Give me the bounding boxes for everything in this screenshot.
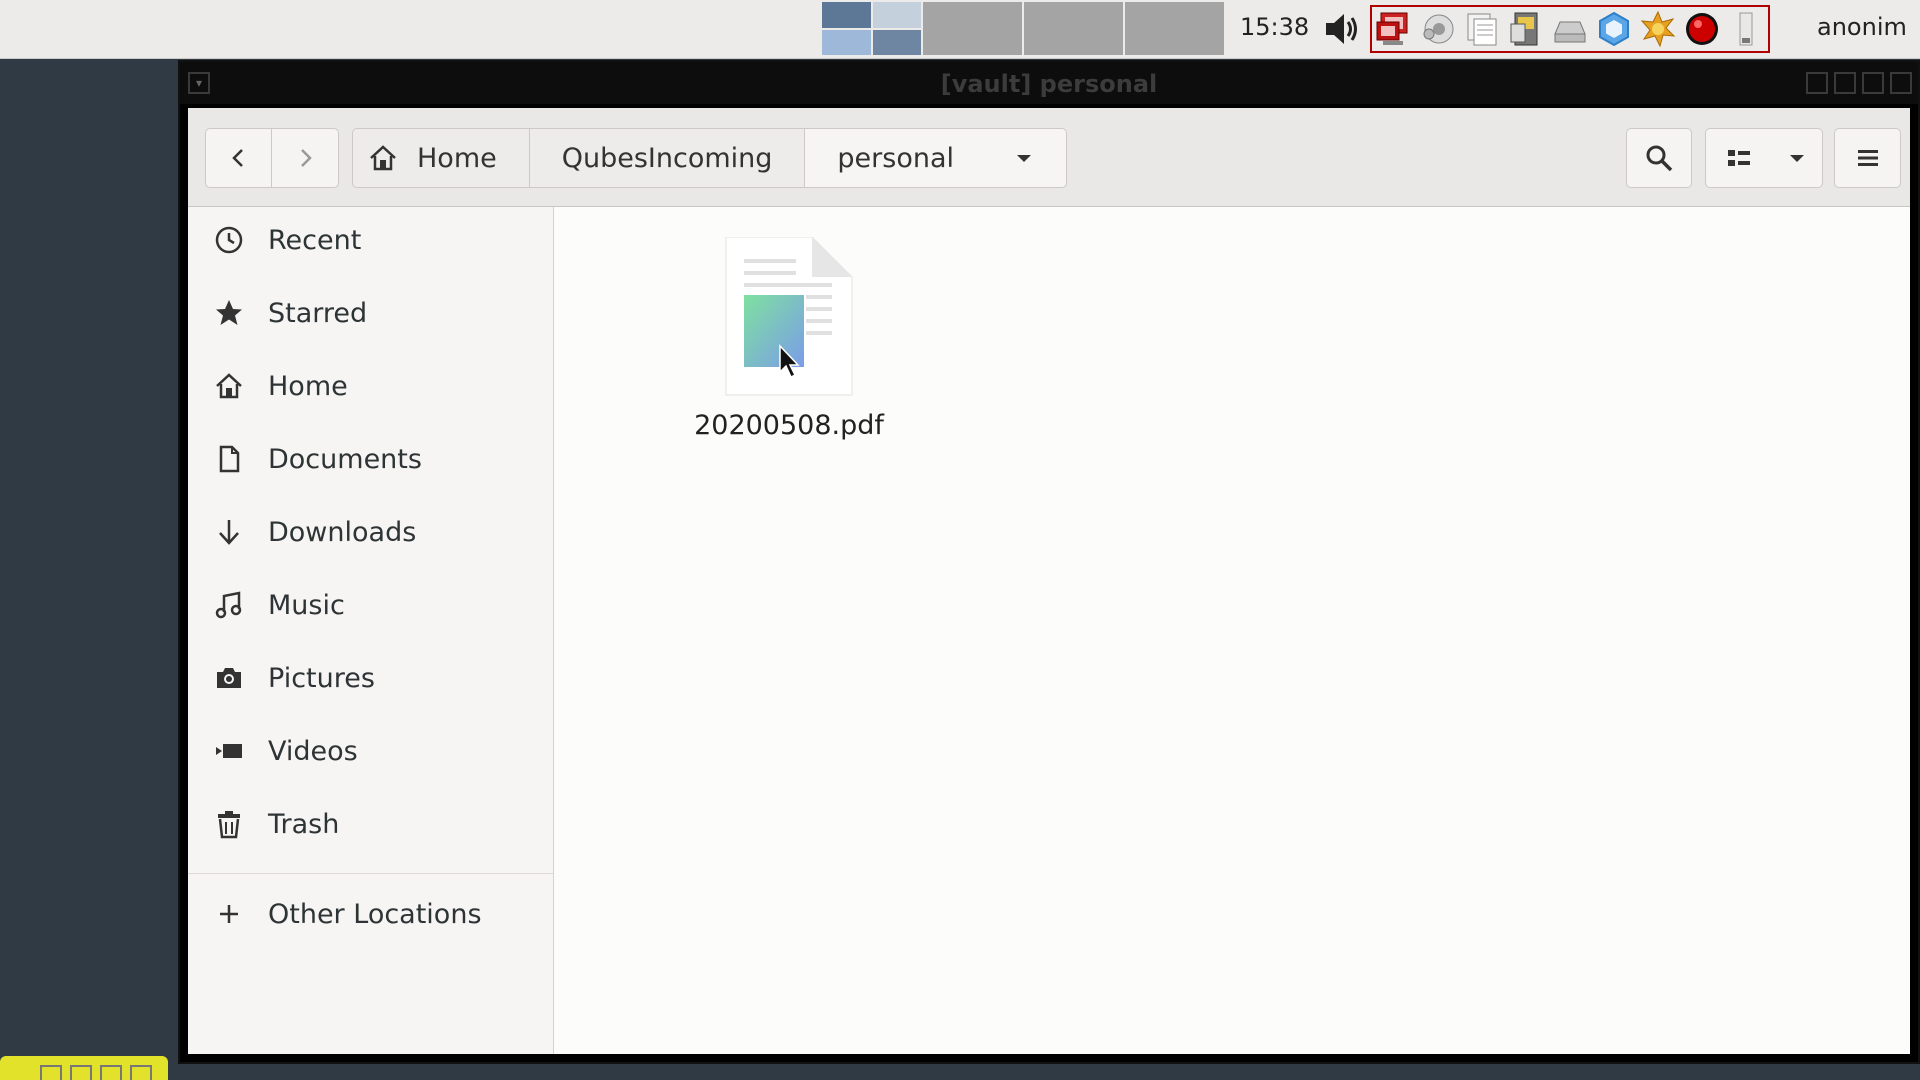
camera-icon <box>214 663 244 693</box>
file-name: 20200508.pdf <box>694 410 884 441</box>
crumb-personal-label: personal <box>837 142 955 174</box>
sidebar-item-music[interactable]: Music <box>188 575 553 635</box>
panel-clock[interactable]: 15:38 <box>1240 13 1309 41</box>
home-icon <box>214 371 244 401</box>
sidebar-item-other-locations[interactable]: Other Locations <box>188 884 553 944</box>
system-tray <box>1322 5 1770 53</box>
sidebar-item-recent[interactable]: Recent <box>188 210 553 270</box>
sidebar-item-downloads[interactable]: Downloads <box>188 502 553 562</box>
workspace-3[interactable] <box>1024 2 1123 55</box>
forward-button[interactable] <box>272 128 339 188</box>
list-view-icon <box>1727 150 1750 166</box>
view-options-button[interactable] <box>1771 128 1823 188</box>
search-button[interactable] <box>1626 128 1692 188</box>
sidebar-item-trash[interactable]: Trash <box>188 794 553 854</box>
nav-buttons <box>205 128 339 188</box>
crumb-qubesincoming-label: QubesIncoming <box>561 142 773 174</box>
file-item[interactable]: 20200508.pdf <box>684 236 884 441</box>
sidebar-item-pictures[interactable]: Pictures <box>188 648 553 708</box>
main-menu-button[interactable] <box>1834 128 1901 188</box>
settings-sun-icon[interactable] <box>1639 10 1677 48</box>
window-client: Home QubesIncoming personal Recent Starr… <box>188 108 1910 1054</box>
crumb-qubesincoming[interactable]: QubesIncoming <box>529 128 806 188</box>
workspace-2[interactable] <box>923 2 1022 55</box>
chevron-down-icon[interactable] <box>1014 142 1046 174</box>
window-titlebar[interactable]: ▾ [vault] personal <box>180 62 1918 104</box>
sidebar-separator <box>188 873 553 874</box>
workspace-4[interactable] <box>1125 2 1224 55</box>
crumb-home[interactable]: Home <box>352 128 530 188</box>
sidebar-item-label: Home <box>268 370 348 402</box>
chevron-left-icon <box>231 149 243 167</box>
mouse-cursor-icon <box>779 344 800 379</box>
tab-close-icon <box>130 1065 152 1080</box>
minimized-window-tab[interactable] <box>0 1056 168 1080</box>
crumb-personal[interactable]: personal <box>805 128 1068 188</box>
sidebar-item-label: Videos <box>268 735 358 767</box>
sidebar-item-home[interactable]: Home <box>188 356 553 416</box>
qubes-tray-group <box>1370 5 1770 53</box>
tab-shade-icon <box>40 1065 62 1080</box>
places-sidebar: Recent Starred Home Documents Downloads … <box>188 207 554 1054</box>
clock-icon <box>214 225 244 255</box>
download-icon <box>214 517 244 547</box>
network-icon[interactable] <box>1419 10 1457 48</box>
maximize-button[interactable] <box>1862 72 1884 94</box>
pathbar: Home QubesIncoming personal <box>352 128 1068 188</box>
volume-icon[interactable] <box>1322 9 1362 49</box>
trash-icon <box>214 809 244 839</box>
sidebar-item-documents[interactable]: Documents <box>188 429 553 489</box>
sidebar-item-videos[interactable]: Videos <box>188 721 553 781</box>
sidebar-item-label: Recent <box>268 224 362 256</box>
sidebar-item-label: Trash <box>268 808 340 840</box>
devices-icon[interactable] <box>1507 10 1545 48</box>
disk-icon[interactable] <box>1551 10 1589 48</box>
qubes-updater-icon[interactable] <box>1595 10 1633 48</box>
crumb-home-label: Home <box>417 142 497 174</box>
sidebar-item-label: Other Locations <box>268 898 482 930</box>
qubes-domains-icon[interactable] <box>1375 10 1413 48</box>
sidebar-item-label: Pictures <box>268 662 375 694</box>
red-record-icon[interactable] <box>1683 10 1721 48</box>
user-menu[interactable]: anonim <box>1817 13 1907 41</box>
chevron-down-icon <box>1789 155 1804 162</box>
sidebar-item-starred[interactable]: Starred <box>188 283 553 343</box>
shade-button[interactable] <box>1806 72 1828 94</box>
sidebar-item-label: Music <box>268 589 345 621</box>
clipboard-icon[interactable] <box>1463 10 1501 48</box>
workspace-pager[interactable] <box>822 2 1224 55</box>
hamburger-menu-icon <box>1857 150 1878 166</box>
workspace-1[interactable] <box>822 2 921 55</box>
view-toggle-button[interactable] <box>1705 128 1772 188</box>
close-button[interactable] <box>1890 72 1912 94</box>
top-panel: 15:38 anonim <box>0 0 1920 59</box>
file-manager-window: ▾ [vault] personal Home QubesIncoming pe… <box>178 60 1920 1064</box>
minimize-button[interactable] <box>1834 72 1856 94</box>
headerbar: Home QubesIncoming personal <box>188 108 1910 207</box>
plus-icon <box>214 899 244 929</box>
back-button[interactable] <box>205 128 272 188</box>
tab-minimize-icon <box>70 1065 92 1080</box>
star-icon <box>214 298 244 328</box>
home-icon <box>367 142 399 174</box>
sidebar-item-label: Documents <box>268 443 422 475</box>
file-view[interactable]: 20200508.pdf <box>554 207 1910 1054</box>
window-controls <box>1806 72 1912 94</box>
chevron-right-icon <box>301 149 312 167</box>
music-icon <box>214 590 244 620</box>
window-title: [vault] personal <box>940 70 1158 98</box>
battery-icon[interactable] <box>1727 10 1765 48</box>
document-icon <box>214 444 244 474</box>
sidebar-item-label: Starred <box>268 297 368 329</box>
video-icon <box>214 736 244 766</box>
search-icon <box>1646 145 1673 172</box>
tab-maximize-icon <box>100 1065 122 1080</box>
sidebar-item-label: Downloads <box>268 516 417 548</box>
